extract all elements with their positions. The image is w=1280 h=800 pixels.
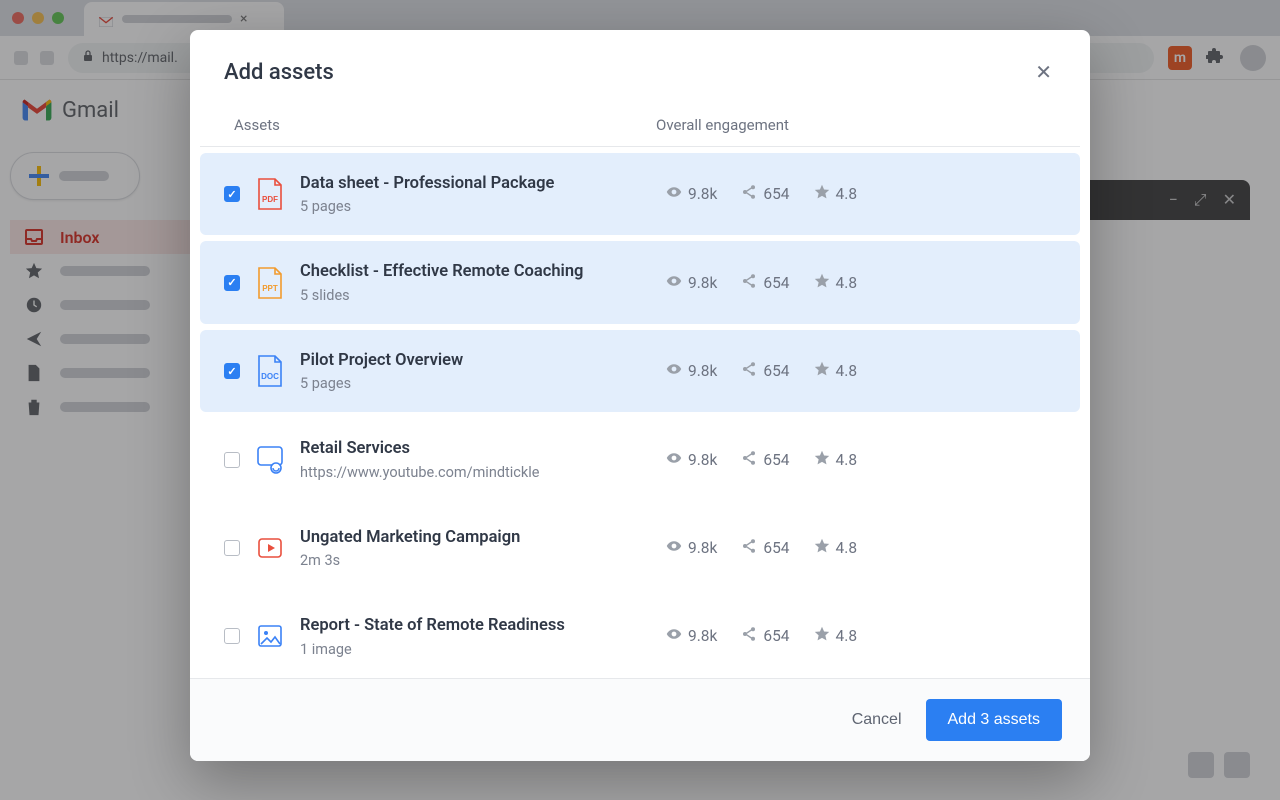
shares-metric: 654 xyxy=(741,538,789,558)
eye-icon xyxy=(666,538,682,558)
col-assets-label: Assets xyxy=(234,116,656,134)
asset-checkbox[interactable] xyxy=(224,540,240,556)
asset-info: Pilot Project Overview 5 pages xyxy=(300,350,650,392)
views-metric: 9.8k xyxy=(666,361,717,381)
asset-title: Pilot Project Overview xyxy=(300,350,650,371)
views-metric: 9.8k xyxy=(666,538,717,558)
asset-subtitle: 5 pages xyxy=(300,375,650,392)
asset-subtitle: 1 image xyxy=(300,641,650,658)
asset-row[interactable]: Ungated Marketing Campaign 2m 3s 9.8k 65… xyxy=(200,507,1080,589)
share-icon xyxy=(741,184,757,204)
asset-title: Report - State of Remote Readiness xyxy=(300,615,650,636)
rating-metric: 4.8 xyxy=(814,538,858,558)
eye-icon xyxy=(666,273,682,293)
views-metric: 9.8k xyxy=(666,626,717,646)
svg-text:PDF: PDF xyxy=(262,195,278,204)
modal-header: Add assets ✕ xyxy=(190,30,1090,98)
modal-overlay: Add assets ✕ Assets Overall engagement P… xyxy=(0,0,1280,800)
add-assets-modal: Add assets ✕ Assets Overall engagement P… xyxy=(190,30,1090,761)
share-icon xyxy=(741,538,757,558)
asset-row[interactable]: Retail Services https://www.youtube.com/… xyxy=(200,418,1080,500)
eye-icon xyxy=(666,450,682,470)
asset-subtitle: 2m 3s xyxy=(300,552,650,569)
asset-info: Checklist - Effective Remote Coaching 5 … xyxy=(300,261,650,303)
cancel-button[interactable]: Cancel xyxy=(852,711,902,729)
share-icon xyxy=(741,450,757,470)
star-icon xyxy=(814,538,830,558)
asset-title: Data sheet - Professional Package xyxy=(300,173,650,194)
asset-info: Data sheet - Professional Package 5 page… xyxy=(300,173,650,215)
star-icon xyxy=(814,361,830,381)
star-icon xyxy=(814,450,830,470)
asset-subtitle: 5 pages xyxy=(300,198,650,215)
link-file-icon xyxy=(256,444,284,476)
asset-metrics: 9.8k 654 4.8 xyxy=(666,273,1056,293)
add-assets-button[interactable]: Add 3 assets xyxy=(926,699,1063,741)
pdf-file-icon: PDF xyxy=(256,178,284,210)
share-icon xyxy=(741,626,757,646)
doc-file-icon: DOC xyxy=(256,355,284,387)
rating-metric: 4.8 xyxy=(814,626,858,646)
asset-row[interactable]: Report - State of Remote Readiness 1 ima… xyxy=(200,595,1080,677)
rating-metric: 4.8 xyxy=(814,273,858,293)
asset-metrics: 9.8k 654 4.8 xyxy=(666,626,1056,646)
asset-title: Retail Services xyxy=(300,438,650,459)
rating-metric: 4.8 xyxy=(814,450,858,470)
asset-title: Ungated Marketing Campaign xyxy=(300,527,650,548)
modal-title: Add assets xyxy=(224,60,334,85)
share-icon xyxy=(741,361,757,381)
asset-checkbox[interactable] xyxy=(224,452,240,468)
asset-checkbox[interactable] xyxy=(224,275,240,291)
asset-title: Checklist - Effective Remote Coaching xyxy=(300,261,650,282)
shares-metric: 654 xyxy=(741,184,789,204)
views-metric: 9.8k xyxy=(666,273,717,293)
asset-row[interactable]: PDF Data sheet - Professional Package 5 … xyxy=(200,153,1080,235)
views-metric: 9.8k xyxy=(666,450,717,470)
asset-metrics: 9.8k 654 4.8 xyxy=(666,184,1056,204)
asset-checkbox[interactable] xyxy=(224,628,240,644)
rating-metric: 4.8 xyxy=(814,184,858,204)
shares-metric: 654 xyxy=(741,361,789,381)
eye-icon xyxy=(666,361,682,381)
asset-checkbox[interactable] xyxy=(224,186,240,202)
shares-metric: 654 xyxy=(741,626,789,646)
image-file-icon xyxy=(256,620,284,652)
col-engagement-label: Overall engagement xyxy=(656,116,1046,134)
star-icon xyxy=(814,626,830,646)
columns-header: Assets Overall engagement xyxy=(200,98,1080,147)
shares-metric: 654 xyxy=(741,273,789,293)
asset-row[interactable]: PPT Checklist - Effective Remote Coachin… xyxy=(200,241,1080,323)
shares-metric: 654 xyxy=(741,450,789,470)
eye-icon xyxy=(666,626,682,646)
asset-metrics: 9.8k 654 4.8 xyxy=(666,450,1056,470)
star-icon xyxy=(814,184,830,204)
rating-metric: 4.8 xyxy=(814,361,858,381)
video-file-icon xyxy=(256,532,284,564)
asset-metrics: 9.8k 654 4.8 xyxy=(666,538,1056,558)
modal-footer: Cancel Add 3 assets xyxy=(190,678,1090,761)
asset-info: Report - State of Remote Readiness 1 ima… xyxy=(300,615,650,657)
modal-close-icon[interactable]: ✕ xyxy=(1031,56,1056,88)
asset-info: Retail Services https://www.youtube.com/… xyxy=(300,438,650,480)
svg-text:PPT: PPT xyxy=(262,284,278,293)
svg-text:DOC: DOC xyxy=(261,372,279,381)
asset-row[interactable]: DOC Pilot Project Overview 5 pages 9.8k … xyxy=(200,330,1080,412)
asset-subtitle: 5 slides xyxy=(300,287,650,304)
ppt-file-icon: PPT xyxy=(256,267,284,299)
eye-icon xyxy=(666,184,682,204)
star-icon xyxy=(814,273,830,293)
share-icon xyxy=(741,273,757,293)
asset-checkbox[interactable] xyxy=(224,363,240,379)
views-metric: 9.8k xyxy=(666,184,717,204)
asset-list: PDF Data sheet - Professional Package 5 … xyxy=(190,147,1090,678)
asset-subtitle: https://www.youtube.com/mindtickle xyxy=(300,464,650,481)
asset-info: Ungated Marketing Campaign 2m 3s xyxy=(300,527,650,569)
asset-metrics: 9.8k 654 4.8 xyxy=(666,361,1056,381)
